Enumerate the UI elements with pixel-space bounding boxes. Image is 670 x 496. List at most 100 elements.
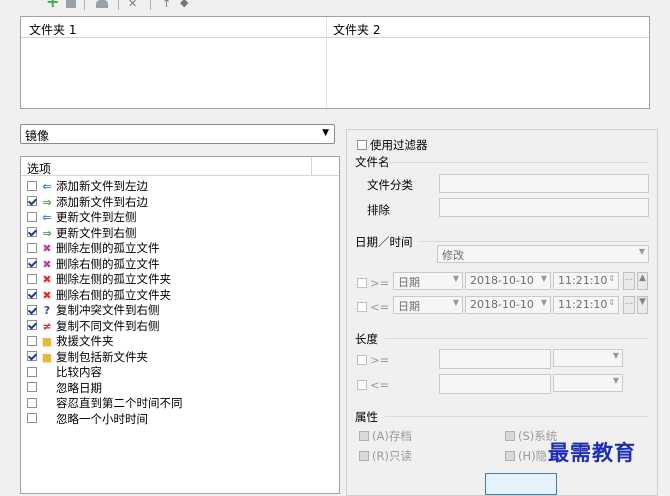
time-picker-2[interactable]: 11:21:10 ⇕ (553, 296, 619, 314)
watermark: 最需教育 (548, 440, 636, 465)
add-icon[interactable]: + (46, 0, 60, 10)
option-item[interactable]: ⇐ 添加新文件到左边 (27, 179, 148, 194)
exclude-input[interactable] (439, 198, 649, 217)
checkbox[interactable] (359, 450, 369, 461)
more-button[interactable]: ... (623, 272, 635, 290)
option-label: 复制包括新文件夹 (56, 349, 148, 364)
checkbox[interactable] (505, 430, 515, 441)
option-checkbox[interactable] (27, 320, 37, 330)
length-ge-unit-select[interactable]: ▼ (553, 349, 623, 367)
spinner-icon[interactable]: ⇕ (608, 274, 615, 283)
close-icon[interactable]: ✕ (128, 0, 142, 10)
checkbox[interactable] (357, 139, 367, 150)
option-checkbox[interactable] (27, 335, 37, 346)
more-button[interactable]: ... (623, 296, 635, 314)
length-ge-input[interactable] (439, 349, 551, 369)
time-picker-1[interactable]: 11:21:10 ⇕ (553, 272, 619, 290)
checkbox[interactable] (357, 277, 367, 288)
date-picker-2[interactable]: 2018-10-10 ▼ (465, 296, 551, 314)
option-checkbox[interactable] (27, 413, 37, 423)
option-item[interactable]: ·忽略日期 (27, 381, 102, 396)
option-item[interactable]: ✖ 删除右侧的孤立文件 (27, 257, 160, 272)
option-item[interactable]: ·容忍直到第二个时间不同 (27, 396, 183, 411)
scroll-down-icon[interactable]: ▼ (637, 296, 648, 314)
sync-mode-select[interactable]: 镜像 ▼ (20, 124, 335, 144)
checkbox[interactable] (357, 354, 367, 365)
option-checkbox[interactable] (27, 273, 37, 284)
date-picker-1[interactable]: 2018-10-10 ▼ (465, 272, 551, 290)
option-checkbox[interactable] (27, 242, 37, 253)
option-item[interactable]: ■ 复制包括新文件夹 (27, 350, 148, 365)
section-divider (419, 241, 649, 242)
option-checkbox[interactable] (27, 366, 37, 377)
folder-pairs-table[interactable]: 文件夹 1 文件夹 2 (20, 16, 650, 109)
datetime-type-select[interactable]: 修改 ▼ (437, 245, 649, 263)
column-folder-2[interactable]: 文件夹 2 (333, 21, 380, 38)
spinner-icon[interactable]: ⇕ (608, 298, 615, 307)
option-item[interactable]: ✖ 删除左侧的孤立文件 (27, 241, 160, 256)
options-list[interactable]: 选项 ⇐ 添加新文件到左边 ⇒ 添加新文件到右边 ⇐ 更新文件到左侧 ⇒ 更新文件到右侧 ✖ 删除… (20, 156, 340, 494)
checkbox[interactable] (357, 301, 367, 312)
section-divider (387, 162, 649, 163)
option-label: 添加新文件到左边 (56, 179, 148, 193)
date-kind-select-2[interactable]: 日期 ▼ (393, 296, 463, 314)
length-section-title: 长度 (355, 332, 378, 346)
date-ge-checkbox[interactable]: >= (357, 276, 389, 290)
move-up-icon[interactable]: ↑ (162, 0, 176, 10)
option-item[interactable]: ■ 救援文件夹 (27, 334, 114, 349)
option-label: 复制不同文件到右侧 (56, 318, 160, 333)
option-checkbox[interactable] (27, 351, 37, 361)
option-checkbox[interactable] (27, 180, 37, 191)
attr-readonly-checkbox[interactable]: (R)只读 (359, 448, 412, 464)
option-checkbox[interactable] (27, 304, 37, 315)
checkbox[interactable] (505, 450, 515, 461)
option-item[interactable]: ✖ 删除左侧的孤立文件夹 (27, 272, 171, 287)
option-checkbox[interactable] (27, 289, 37, 299)
column-folder-1[interactable]: 文件夹 1 (29, 21, 76, 38)
option-item[interactable]: ⇒ 更新文件到右侧 (27, 226, 137, 241)
option-label: 忽略一个小时时间 (56, 411, 148, 426)
length-ge-checkbox[interactable]: >= (357, 353, 389, 367)
toolbar-separator (150, 0, 151, 10)
option-item[interactable]: ·忽略一个小时时间 (27, 412, 148, 427)
time-value: 11:21:10 (558, 298, 608, 311)
option-item[interactable]: ⇒ 添加新文件到右边 (27, 195, 148, 210)
checkbox[interactable] (359, 430, 369, 441)
scroll-up-icon[interactable]: ▲ (637, 272, 648, 290)
option-item[interactable]: ·比较内容 (27, 365, 102, 380)
option-item[interactable]: ≠ 复制不同文件到右侧 (27, 319, 160, 334)
option-checkbox[interactable] (27, 258, 37, 268)
filename-section-title: 文件名 (355, 155, 390, 169)
ok-button[interactable] (485, 473, 557, 495)
option-item[interactable]: ✖ 删除右侧的孤立文件夹 (27, 288, 171, 303)
option-label: 删除左侧的孤立文件夹 (56, 272, 171, 286)
length-le-checkbox[interactable]: <= (357, 378, 389, 392)
option-item[interactable]: ? 复制冲突文件到右侧 (27, 303, 160, 318)
use-filter-checkbox[interactable]: 使用过滤器 (357, 137, 428, 153)
use-filter-label: 使用过滤器 (370, 138, 428, 152)
option-checkbox[interactable] (27, 227, 37, 237)
option-checkbox[interactable] (27, 196, 37, 206)
sync-icon[interactable] (96, 0, 108, 8)
date-le-checkbox[interactable]: <= (357, 300, 389, 314)
file-class-input[interactable] (439, 174, 649, 193)
chevron-down-icon: ▼ (540, 298, 547, 307)
option-checkbox[interactable] (27, 397, 37, 408)
length-le-input[interactable] (439, 374, 551, 394)
chevron-down-icon: ▼ (612, 376, 619, 385)
attributes-section-title: 属性 (355, 410, 378, 424)
option-checkbox[interactable] (27, 211, 37, 222)
remove-icon[interactable] (66, 0, 76, 8)
move-down-icon[interactable]: ◆ (180, 0, 194, 9)
options-header: 选项 (21, 157, 339, 176)
chevron-down-icon: ▼ (452, 298, 459, 307)
attr-hidden-checkbox[interactable]: (H)隐 (505, 448, 547, 464)
checkbox[interactable] (357, 379, 367, 390)
arrow-left-new-icon: ⇐ (42, 180, 52, 193)
length-le-unit-select[interactable]: ▼ (553, 374, 623, 392)
option-checkbox[interactable] (27, 382, 37, 392)
option-item[interactable]: ⇐ 更新文件到左侧 (27, 210, 137, 225)
date-kind-select-1[interactable]: 日期 ▼ (393, 272, 463, 290)
date-kind-value: 日期 (398, 300, 420, 313)
attr-archive-checkbox[interactable]: (A)存档 (359, 428, 412, 444)
